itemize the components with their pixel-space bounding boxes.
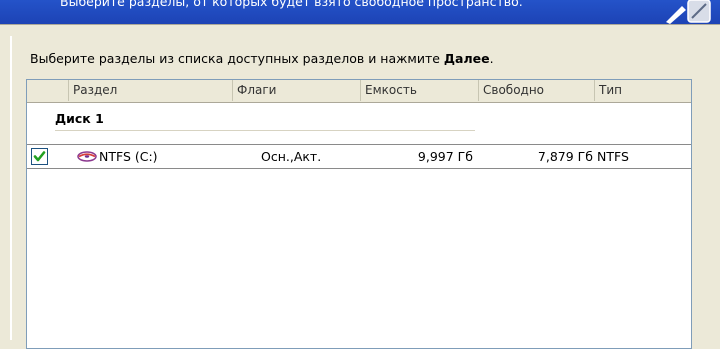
column-header-partition[interactable]: Раздел	[69, 80, 233, 101]
disk-group-header: Диск 1	[27, 110, 691, 131]
instruction-text: Выберите разделы из списка доступных раз…	[30, 51, 494, 66]
column-header-free[interactable]: Свободно	[479, 80, 595, 101]
partition-flags-cell: Осн.,Акт.	[261, 149, 322, 164]
partition-list[interactable]: Раздел Флаги Емкость Свободно Тип Диск 1…	[26, 79, 692, 349]
partition-free-cell: 7,879 Гб	[537, 149, 593, 164]
partition-name-cell: NTFS (C:)	[99, 149, 158, 164]
instruction-suffix: .	[489, 51, 494, 66]
wizard-header-text: Выберите разделы, от которых будет взято…	[60, 0, 523, 9]
column-header-flags[interactable]: Флаги	[233, 80, 361, 101]
instruction-main: Выберите разделы из списка доступных раз…	[30, 51, 444, 66]
column-header-capacity[interactable]: Емкость	[361, 80, 479, 101]
column-header-check[interactable]	[27, 80, 69, 101]
wizard-header-band: Выберите разделы, от которых будет взято…	[0, 0, 720, 24]
partition-checkbox[interactable]	[31, 148, 48, 165]
partition-capacity-cell: 9,997 Гб	[417, 149, 473, 164]
partition-type-cell: NTFS	[597, 149, 629, 164]
column-header-row: Раздел Флаги Емкость Свободно Тип	[27, 80, 691, 103]
instruction-next-keyword: Далее	[443, 51, 490, 66]
table-row[interactable]: NTFS (C:) Осн.,Акт. 9,997 Гб 7,879 Гб NT…	[27, 144, 691, 169]
group-divider	[55, 130, 475, 131]
disk-group-label: Диск 1	[55, 111, 104, 126]
disk-wizard-icon	[666, 0, 711, 24]
header-divider	[0, 24, 720, 35]
column-header-type[interactable]: Тип	[595, 80, 691, 101]
partition-disk-icon	[77, 151, 97, 162]
checkmark-icon	[33, 151, 46, 162]
dialog-left-edge	[10, 36, 12, 340]
